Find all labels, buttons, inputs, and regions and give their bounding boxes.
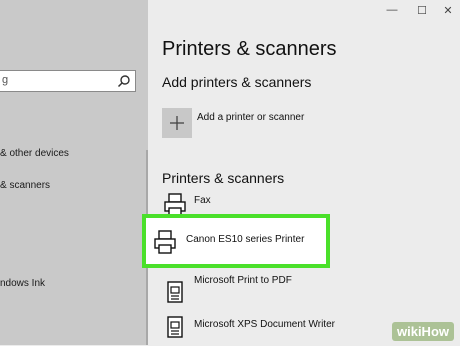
- printer-label: Canon ES10 series Printer: [186, 234, 305, 245]
- wikihow-watermark: wikiHow: [391, 322, 454, 341]
- sidebar-item-printers-scanners[interactable]: & scanners: [0, 180, 50, 191]
- printer-label: Microsoft XPS Document Writer: [194, 319, 335, 330]
- minimize-button[interactable]: —: [384, 4, 400, 16]
- search-text: g: [2, 74, 9, 86]
- search-icon: [117, 74, 131, 88]
- close-button[interactable]: ✕: [440, 4, 456, 17]
- printer-label: Fax: [194, 195, 211, 206]
- printer-label: Microsoft Print to PDF: [194, 275, 292, 286]
- page-title: Printers & scanners: [162, 38, 337, 60]
- settings-sidebar: g & other devices & scanners ndows Ink: [0, 0, 148, 345]
- add-printer-button[interactable]: [162, 108, 192, 138]
- sidebar-item-bluetooth-devices[interactable]: & other devices: [0, 148, 69, 159]
- printer-list-heading: Printers & scanners: [162, 170, 285, 186]
- main-panel: — ☐ ✕ Printers & scanners Add printers &…: [148, 0, 460, 345]
- search-input[interactable]: g: [0, 70, 136, 92]
- maximize-button[interactable]: ☐: [414, 4, 430, 17]
- printer-icon: [152, 229, 178, 260]
- plus-icon: [170, 116, 184, 130]
- sidebar-item-pen-windows-ink[interactable]: ndows Ink: [0, 278, 45, 289]
- add-printer-label[interactable]: Add a printer or scanner: [197, 112, 304, 123]
- xps-printer-icon: [162, 315, 188, 341]
- pdf-printer-icon: [162, 280, 188, 306]
- printer-item-canon-highlighted[interactable]: Canon ES10 series Printer: [142, 214, 330, 268]
- add-section-heading: Add printers & scanners: [162, 74, 312, 90]
